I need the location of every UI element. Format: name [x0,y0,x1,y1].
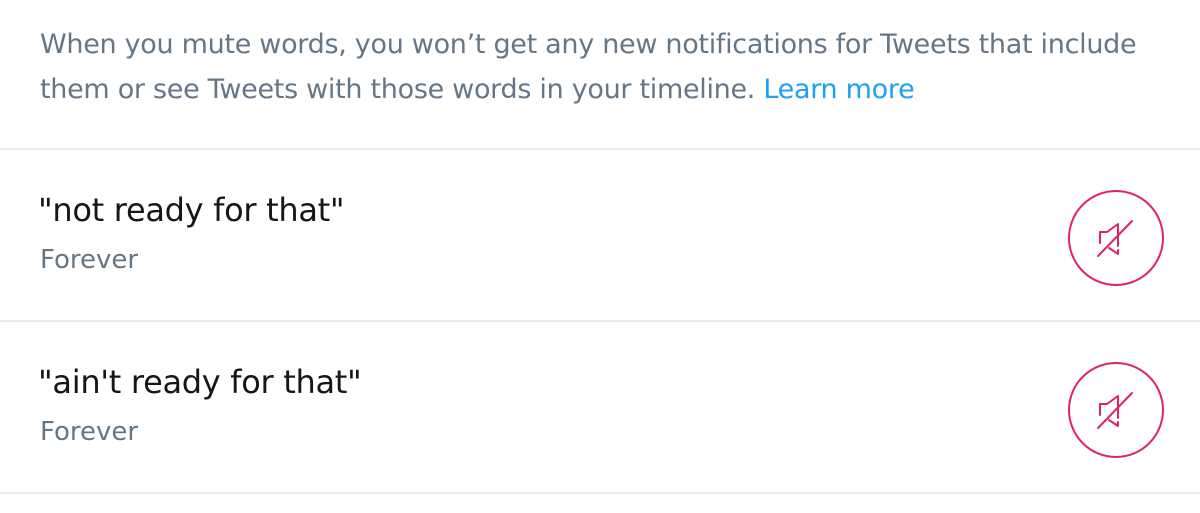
speaker-muted-icon [1097,220,1133,257]
muted-word-row: "ain't ready for that" Forever [0,322,1200,492]
muted-word-phrase: "ain't ready for that" [38,363,362,401]
description-text: When you mute words, you won’t get any n… [40,29,1137,105]
muted-word-phrase: "not ready for that" [38,191,345,229]
unmute-button[interactable] [1068,190,1164,286]
muted-words-page: When you mute words, you won’t get any n… [0,0,1200,513]
muted-word-duration: Forever [40,417,139,447]
muted-word-row: "not ready for that" Forever [0,150,1200,320]
learn-more-link[interactable]: Learn more [763,74,914,105]
divider [0,492,1200,494]
muted-words-description: When you mute words, you won’t get any n… [40,22,1140,112]
speaker-muted-icon [1097,392,1133,429]
muted-word-duration: Forever [40,245,139,275]
unmute-button[interactable] [1068,362,1164,458]
